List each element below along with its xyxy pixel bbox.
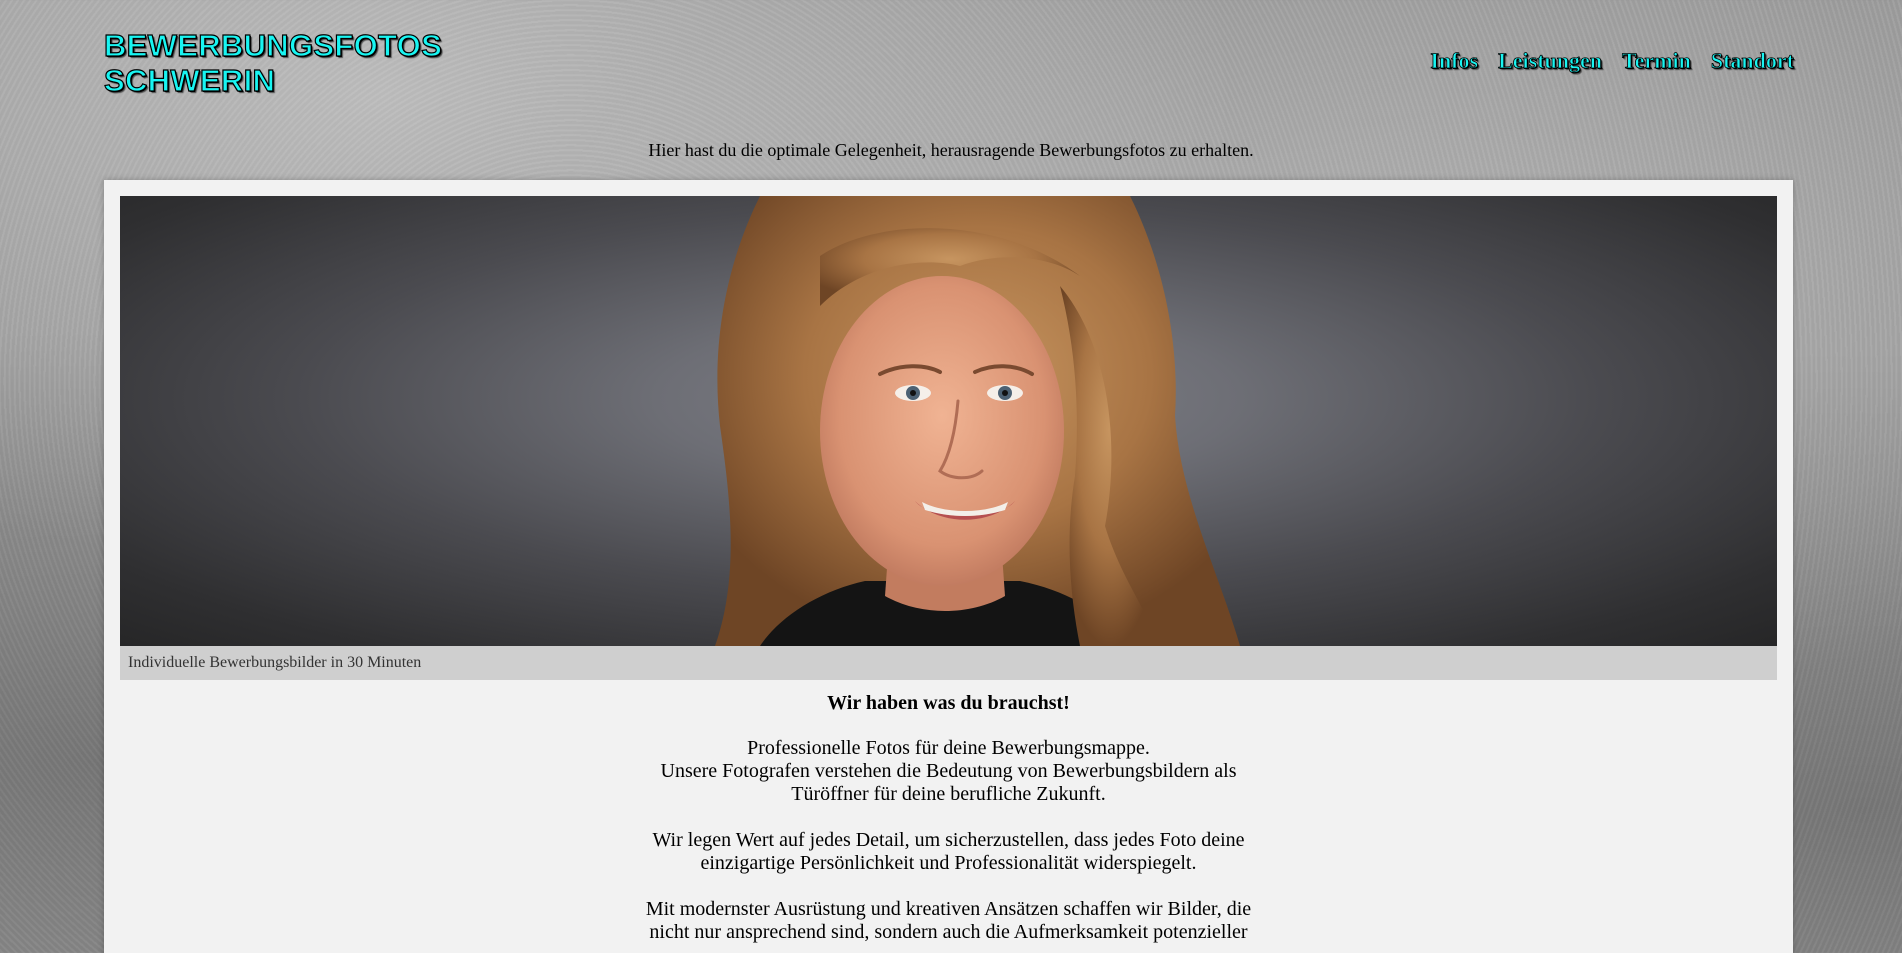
content-panel: Individuelle Bewerbungsbilder in 30 Minu… — [104, 180, 1793, 953]
intro-line2: Unsere Fotografen verstehen die Bedeutun… — [660, 760, 1237, 805]
portrait-illustration — [715, 196, 1240, 646]
section-heading: Wir haben was du brauchst! — [827, 692, 1070, 714]
intro-paragraph: Professionelle Fotos für deine Bewerbung… — [644, 737, 1254, 806]
hero-image — [120, 196, 1777, 646]
detail-paragraph: Wir legen Wert auf jedes Detail, um sich… — [652, 829, 1245, 874]
main-navigation: Infos Leistungen Termin Standort — [1430, 48, 1794, 74]
nav-link-leistungen[interactable]: Leistungen — [1498, 48, 1603, 74]
site-title-line1: BEWERBUNGSFOTOS — [103, 27, 443, 63]
equipment-paragraph: Mit modernster Ausrüstung und kreativen … — [645, 898, 1252, 943]
site-title[interactable]: BEWERBUNGSFOTOS SCHWERIN — [103, 27, 443, 98]
nav-link-standort[interactable]: Standort — [1710, 48, 1794, 74]
intro-line1: Professionelle Fotos für deine Bewerbung… — [747, 737, 1150, 759]
hero-caption: Individuelle Bewerbungsbilder in 30 Minu… — [120, 646, 1777, 680]
nav-link-termin[interactable]: Termin — [1622, 48, 1692, 74]
main-content: Wir haben was du brauchst! Professionell… — [104, 692, 1793, 953]
site-title-line2: SCHWERIN — [103, 62, 276, 98]
nav-link-infos[interactable]: Infos — [1430, 48, 1478, 74]
tagline: Hier hast du die optimale Gelegenheit, h… — [648, 140, 1254, 160]
